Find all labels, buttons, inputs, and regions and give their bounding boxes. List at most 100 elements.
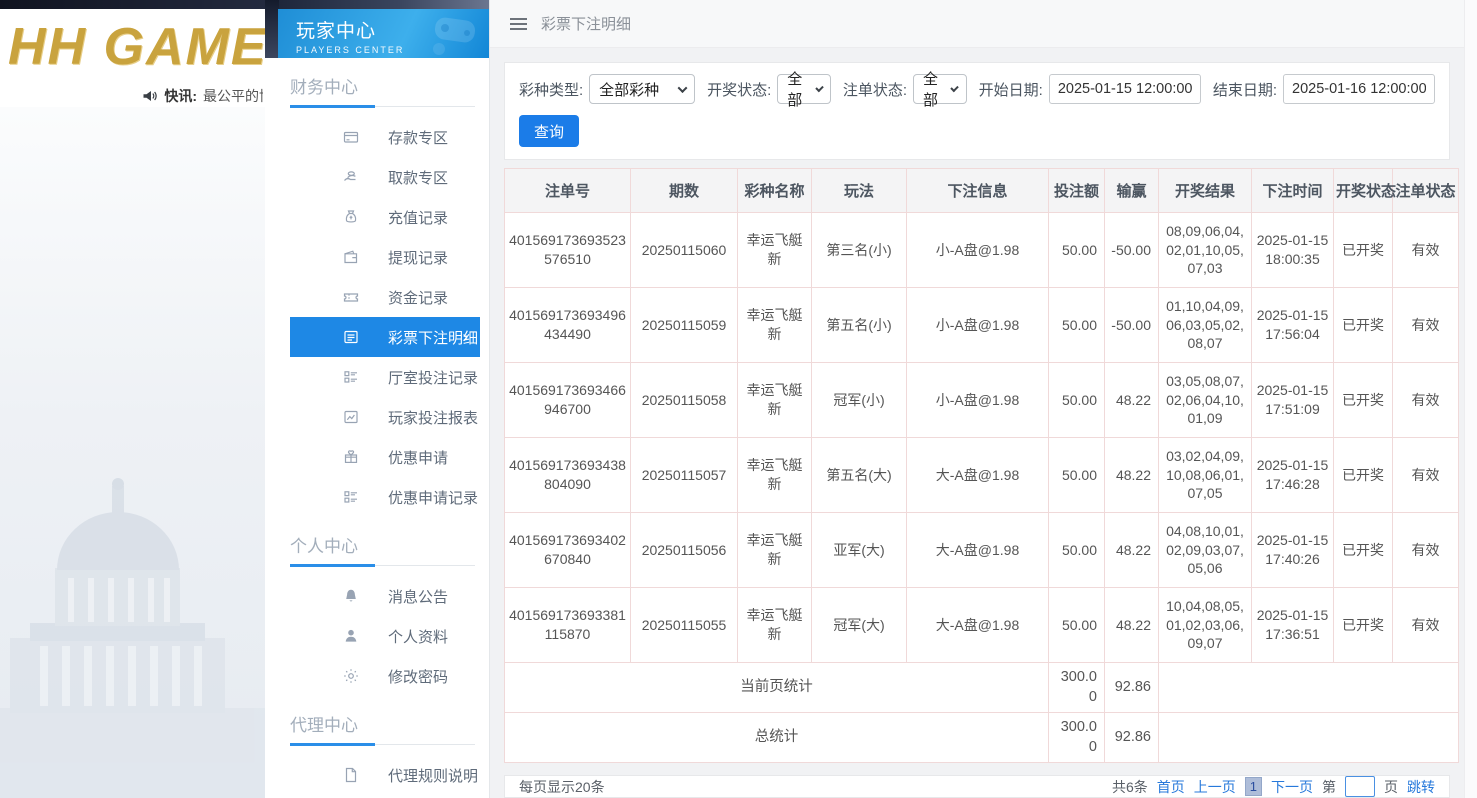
ticker-label: 快讯:	[164, 88, 197, 104]
lottery-type-select[interactable]: 全部彩种	[589, 74, 696, 104]
table-cell: 有效	[1392, 287, 1459, 363]
sidebar-item-withdraw-zone[interactable]: 取款专区	[290, 157, 480, 197]
site-top-bar	[0, 0, 265, 9]
page-size-text: 每页显示20条	[519, 778, 605, 795]
column-header: 期数	[630, 168, 738, 213]
next-page-link[interactable]: 下一页	[1271, 777, 1313, 797]
summary-empty-cell	[1158, 661, 1459, 714]
summary-row: 当前页统计 300.00 92.86	[504, 661, 1459, 714]
filter-panel: 彩种类型: 全部彩种 开奖状态: 全部 注单状态: 全部 开始日期: 结束日期:…	[504, 62, 1450, 160]
gift-icon	[343, 449, 359, 465]
prev-page-link[interactable]: 上一页	[1194, 777, 1236, 797]
sidebar-section-title: 个人中心	[290, 537, 358, 556]
sidebar-item-label: 优惠申请记录	[388, 489, 479, 507]
table-cell: 幸运飞艇新	[737, 437, 812, 513]
table-cell: 48.22	[1104, 437, 1159, 513]
summary-bet-total: 300.00	[1048, 661, 1105, 714]
table-cell: 有效	[1392, 587, 1459, 663]
doc-icon	[343, 767, 359, 783]
table-cell: 已开奖	[1333, 587, 1393, 663]
table-cell: 20250115055	[630, 587, 738, 663]
column-header: 彩种名称	[737, 168, 812, 213]
table-row: 401569173693496434490 20250115059 幸运飞艇新 第五名…	[504, 287, 1459, 363]
gear-icon	[343, 668, 359, 684]
table-cell: 2025-01-15 18:00:35	[1251, 212, 1334, 288]
table-cell: 10,04,08,05,01,02,03,06,09,07	[1158, 587, 1252, 663]
sidebar-item-deposit-zone[interactable]: 存款专区	[290, 117, 480, 157]
table-cell: 已开奖	[1333, 362, 1393, 438]
chevron-down-icon	[950, 83, 960, 92]
sidebar-item-player-bet-report[interactable]: 玩家投注报表	[290, 397, 480, 437]
players-center-header: 玩家中心 PLAYERS CENTER	[278, 9, 489, 58]
bet-status-label: 注单状态:	[842, 81, 908, 99]
sidebar-menu: 财务中心存款专区取款专区 充值记录 提现记录 资金记录 彩票下注明细 › 厅室投注记录玩家投…	[265, 58, 489, 798]
sidebar-section-title: 财务中心	[290, 78, 358, 97]
hand-icon	[343, 169, 359, 185]
sidebar-item-profile[interactable]: 个人资料	[290, 616, 480, 656]
chevron-down-icon	[677, 82, 688, 93]
column-header: 玩法	[811, 168, 907, 213]
lottery-type-value: 全部彩种	[599, 81, 660, 99]
sidebar-item-label: 存款专区	[388, 129, 449, 147]
table-cell: 401569173693496434490	[504, 287, 631, 363]
start-date-input[interactable]	[1048, 74, 1201, 104]
table-cell: 幸运飞艇新	[737, 587, 812, 663]
capitol-illustration	[0, 478, 265, 798]
column-header: 下注信息	[906, 168, 1049, 213]
sidebar-item-label: 代理规则说明	[388, 767, 479, 785]
speaker-icon	[143, 91, 157, 101]
sidebar-item-recharge-records[interactable]: 充值记录	[290, 197, 480, 237]
table-cell: 有效	[1392, 362, 1459, 438]
sidebar-item-promo-apply-records[interactable]: 优惠申请记录	[290, 477, 480, 517]
chevron-down-icon	[814, 83, 824, 92]
table-row: 401569173693523576510 20250115060 幸运飞艇新 第三名…	[504, 212, 1459, 288]
draw-status-label: 开奖状态:	[707, 81, 772, 99]
sidebar-item-promo-apply[interactable]: 优惠申请	[290, 437, 480, 477]
bet-status-select[interactable]: 全部	[913, 71, 967, 109]
table-row: 401569173693402670840 20250115056 幸运飞艇新 亚军(…	[504, 512, 1459, 588]
end-date-input[interactable]	[1283, 74, 1435, 104]
start-date-label: 开始日期:	[978, 81, 1043, 99]
jump-button[interactable]: 跳转	[1407, 777, 1435, 797]
summary-label: 总统计	[504, 712, 1049, 764]
sidebar-item-fund-records[interactable]: 资金记录	[290, 277, 480, 317]
table-cell: 第五名(大)	[811, 437, 907, 513]
query-button[interactable]: 查询	[519, 115, 580, 147]
table-cell: 50.00	[1048, 587, 1105, 663]
gridlist-icon	[343, 489, 359, 505]
section-divider	[290, 564, 475, 567]
page-scrollbar[interactable]	[1464, 0, 1477, 798]
table-cell: 04,08,10,01,02,09,03,07,05,06	[1158, 512, 1252, 588]
gridlist-icon	[343, 369, 359, 385]
pagination-bar: 每页显示20条 共6条 首页 上一页 1 下一页 第 页 跳转	[504, 775, 1450, 798]
table-cell: 401569173693402670840	[504, 512, 631, 588]
current-page-indicator[interactable]: 1	[1244, 777, 1262, 797]
table-cell: 48.22	[1104, 587, 1159, 663]
hamburger-menu-icon[interactable]	[510, 17, 527, 30]
sidebar-item-change-password[interactable]: 修改密码	[290, 656, 480, 696]
sidebar-item-lottery-bet-details[interactable]: 彩票下注明细 ›	[290, 317, 480, 357]
lottery-type-label: 彩种类型:	[519, 81, 584, 99]
table-cell: 2025-01-15 17:46:28	[1251, 437, 1334, 513]
table-cell: 幸运飞艇新	[737, 287, 812, 363]
main-content: 彩票下注明细 彩种类型: 全部彩种 开奖状态: 全部 注单状态: 全部 开始日期…	[490, 0, 1464, 798]
sidebar-item-messages[interactable]: 消息公告	[290, 576, 480, 616]
column-header: 注单状态	[1392, 168, 1459, 213]
news-ticker: 快讯: 最公平的博	[0, 85, 265, 107]
first-page-link[interactable]: 首页	[1157, 777, 1185, 797]
end-date-label: 结束日期:	[1212, 81, 1277, 99]
table-cell: 已开奖	[1333, 212, 1393, 288]
sidebar-item-withdraw-records[interactable]: 提现记录	[290, 237, 480, 277]
table-row: 401569173693466946700 20250115058 幸运飞艇新 冠军(…	[504, 362, 1459, 438]
draw-status-select[interactable]: 全部	[777, 71, 831, 109]
table-cell: 已开奖	[1333, 437, 1393, 513]
table-cell: 401569173693438804090	[504, 437, 631, 513]
table-cell: 50.00	[1048, 512, 1105, 588]
page-title: 彩票下注明细	[541, 16, 632, 33]
sidebar-item-agent-rules[interactable]: 代理规则说明	[290, 755, 480, 795]
jump-page-input[interactable]	[1345, 776, 1375, 798]
bell-icon	[343, 588, 359, 604]
sidebar-item-label: 玩家投注报表	[388, 409, 479, 427]
section-divider	[290, 105, 475, 108]
sidebar-item-hall-bet-records[interactable]: 厅室投注记录	[290, 357, 480, 397]
